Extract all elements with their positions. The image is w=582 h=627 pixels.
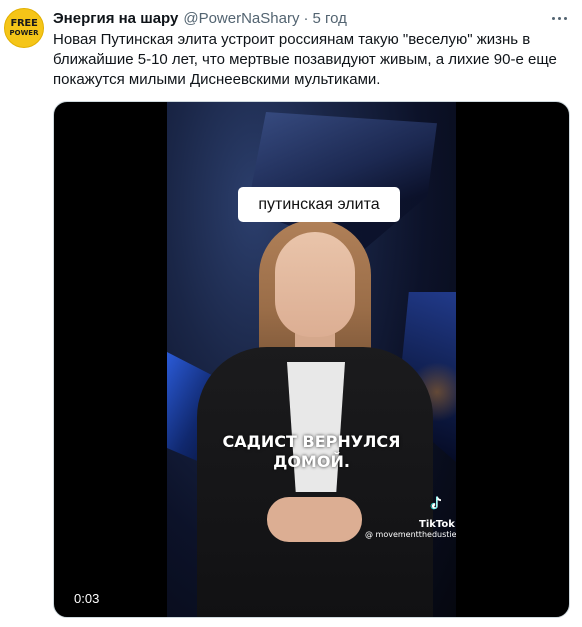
author-name[interactable]: Энергия на шару (53, 10, 178, 27)
tiktok-username: @ movementthedustie0 (365, 530, 456, 539)
video-timestamp: 0:03 (74, 591, 100, 606)
avatar-text-line2: POWER (9, 29, 39, 37)
avatar-text-line1: FREE (10, 18, 38, 29)
more-horizontal-icon[interactable] (548, 9, 570, 27)
person-face (275, 232, 355, 337)
tweet-text: Новая Путинская элита устроит россиянам … (53, 31, 557, 88)
separator: · (303, 9, 309, 27)
video-caption-middle: САДИСТ ВЕРНУЛСЯ ДОМОЙ. (222, 432, 401, 471)
tiktok-icon (430, 496, 441, 510)
avatar[interactable]: FREE POWER (4, 8, 44, 48)
tweet-header: Энергия на шару @PowerNaShary · 5 год (53, 8, 347, 28)
tiktok-label: TikTok (419, 519, 455, 530)
video-frame: путинская элита САДИСТ ВЕРНУЛСЯ ДОМОЙ. T… (167, 102, 456, 617)
person-hands (267, 497, 362, 542)
tiktok-watermark: TikTok (419, 494, 455, 530)
video-player[interactable]: путинская элита САДИСТ ВЕРНУЛСЯ ДОМОЙ. T… (53, 101, 570, 618)
tweet[interactable]: FREE POWER Энергия на шару @PowerNaShary… (0, 0, 582, 627)
author-handle[interactable]: @PowerNaShary (183, 10, 299, 27)
tweet-time[interactable]: 5 год (312, 10, 346, 27)
video-caption-top: путинская элита (238, 187, 400, 222)
person-shirt (287, 362, 345, 492)
